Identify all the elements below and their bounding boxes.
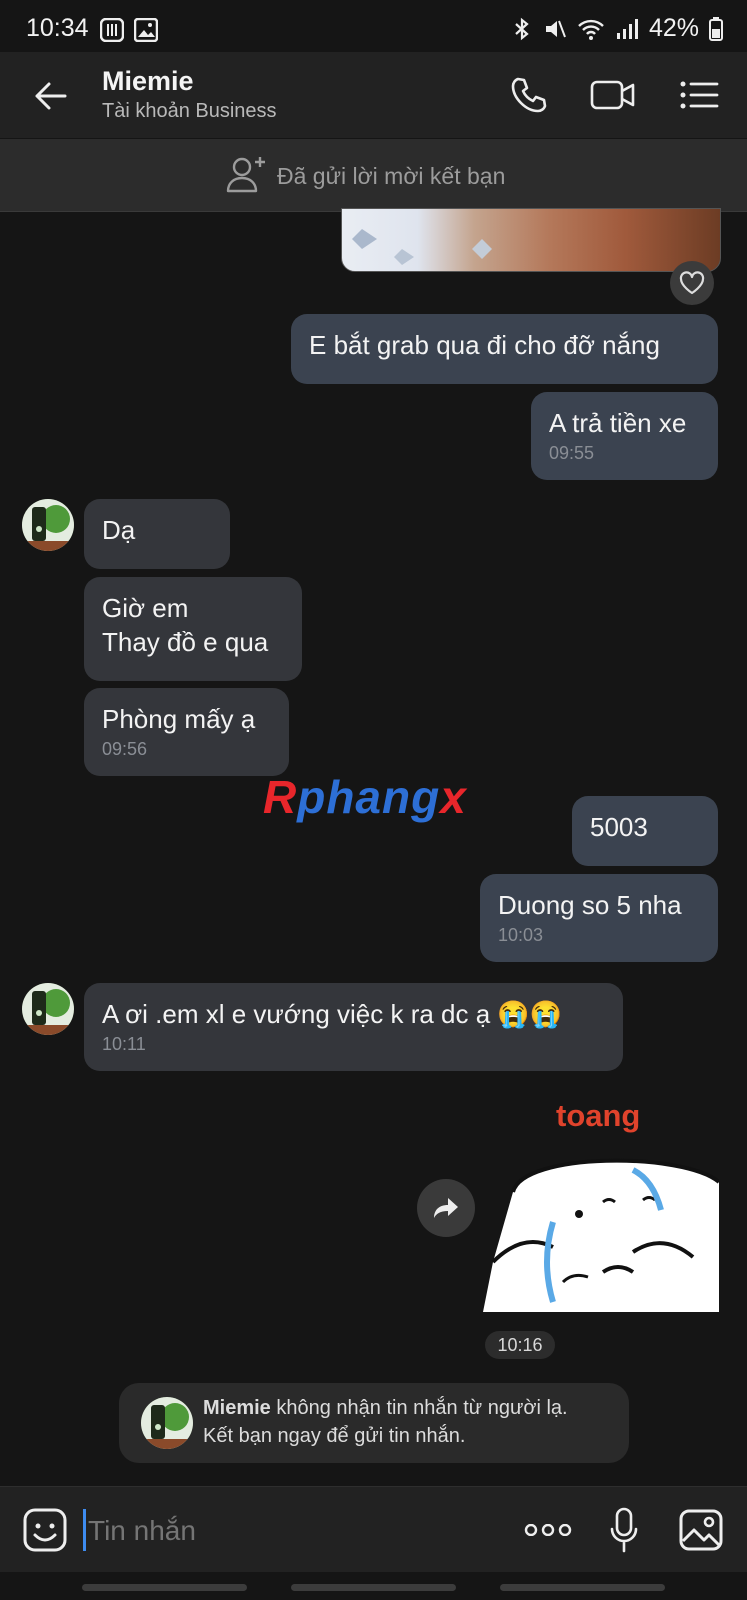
friend-request-bar: Đã gửi lời mời kết bạn (0, 139, 747, 212)
image-icon (679, 1509, 723, 1551)
sticker-time-badge: 10:16 (485, 1331, 555, 1359)
restaurant-app-icon (100, 18, 124, 42)
photo-message[interactable] (341, 208, 721, 272)
message-time: 10:11 (102, 1034, 146, 1054)
watermark-suffix: x (440, 771, 467, 823)
message-time: 09:56 (102, 739, 148, 759)
message-text: A ơi .em xl e vướng việc k ra dc ạ 😭😭 (102, 999, 563, 1029)
avatar[interactable] (22, 499, 74, 551)
notice-line1-rest: không nhận tin nhắn từ người lạ. (270, 1397, 568, 1419)
sticker[interactable] (483, 1142, 719, 1312)
status-bar: 10:34 42% (0, 0, 747, 52)
message-input[interactable] (86, 1507, 490, 1555)
phone-icon (511, 77, 547, 113)
watermark-prefix: R (263, 771, 298, 823)
message-text-line2: Thay đồ e qua (102, 627, 269, 657)
status-indicators: 42% (511, 14, 723, 43)
message-in[interactable]: Phòng mấy ạ 09:56 (84, 688, 289, 776)
menu-button[interactable] (676, 72, 722, 118)
friend-request-status: Đã gửi lời mời kết bạn (277, 163, 506, 189)
message-out[interactable]: Duong so 5 nha 10:03 (480, 874, 718, 962)
back-button[interactable] (28, 74, 72, 118)
nav-home[interactable] (291, 1584, 456, 1591)
message-out[interactable]: 5003 (572, 796, 718, 866)
nav-back[interactable] (500, 1584, 665, 1591)
heart-icon (679, 271, 705, 295)
system-nav-bar (0, 1572, 747, 1600)
notice-line1: Miemie không nhận tin nhắn từ người lạ. (203, 1397, 568, 1420)
avatar-image (22, 983, 74, 1035)
message-text: Phòng mấy ạ (102, 704, 256, 734)
message-text: E bắt grab qua đi cho đỡ nắng (309, 330, 660, 360)
video-call-button[interactable] (588, 72, 638, 118)
message-time: 09:55 (549, 443, 595, 463)
message-text-line1: Giờ em (102, 593, 189, 623)
contact-subtitle: Tài khoản Business (102, 100, 277, 122)
message-out[interactable]: A trả tiền xe 09:55 (531, 392, 718, 480)
mute-icon (545, 20, 566, 37)
message-text: Duong so 5 nha (498, 890, 682, 920)
notice-line2: Kết bạn ngay để gửi tin nhắn. (203, 1425, 466, 1447)
message-input-bar (0, 1486, 747, 1573)
message-out[interactable]: E bắt grab qua đi cho đỡ nắng (291, 314, 718, 384)
chat-header: Miemie Tài khoản Business (0, 52, 747, 138)
avatar-image (22, 499, 74, 551)
watermark: Rphangx (263, 770, 467, 824)
avatar-image (141, 1397, 193, 1449)
add-friend-icon (226, 157, 265, 193)
message-in[interactable]: A ơi .em xl e vướng việc k ra dc ạ 😭😭 10… (84, 983, 623, 1071)
more-icon (524, 1524, 572, 1536)
react-button[interactable] (670, 261, 714, 305)
sticker-time: 10:16 (497, 1334, 543, 1355)
status-time: 10:34 (26, 14, 89, 42)
image-button[interactable] (676, 1505, 726, 1555)
forward-button[interactable] (417, 1179, 475, 1237)
message-text: A trả tiền xe (549, 408, 687, 438)
notification-icons (100, 18, 158, 42)
call-button[interactable] (504, 72, 554, 118)
battery-icon (709, 16, 723, 41)
battery-percent: 42% (648, 14, 699, 42)
stranger-notice: Miemie không nhận tin nhắn từ người lạ. … (119, 1383, 629, 1463)
message-in[interactable]: Giờ em Thay đồ e qua (84, 577, 302, 681)
share-icon (434, 1198, 458, 1218)
avatar (141, 1397, 193, 1449)
sticker-caption: toang (556, 1098, 641, 1133)
sticker-emoji-icon (23, 1508, 67, 1552)
signal-icon (616, 18, 638, 39)
menu-list-icon (680, 81, 719, 109)
contact-name[interactable]: Miemie (102, 66, 194, 97)
photo-content (352, 229, 492, 265)
sticker-button[interactable] (20, 1505, 70, 1555)
wifi-icon (578, 19, 604, 40)
more-button[interactable] (520, 1509, 576, 1551)
crying-blob-sticker (483, 1142, 719, 1312)
bluetooth-icon (515, 17, 529, 40)
microphone-icon (610, 1507, 638, 1553)
voice-button[interactable] (602, 1503, 646, 1557)
message-text: Dạ (102, 515, 136, 545)
back-arrow-icon (35, 82, 67, 110)
nav-recent[interactable] (82, 1584, 247, 1591)
chat-area: E bắt grab qua đi cho đỡ nắng A trả tiền… (0, 208, 747, 1486)
avatar[interactable] (22, 983, 74, 1035)
message-text: 5003 (590, 812, 648, 842)
gallery-icon (134, 18, 158, 42)
message-time: 10:03 (498, 925, 544, 945)
notice-name: Miemie (203, 1397, 271, 1419)
video-call-icon (590, 80, 635, 110)
watermark-main: phang (297, 771, 441, 823)
message-in[interactable]: Dạ (84, 499, 230, 569)
